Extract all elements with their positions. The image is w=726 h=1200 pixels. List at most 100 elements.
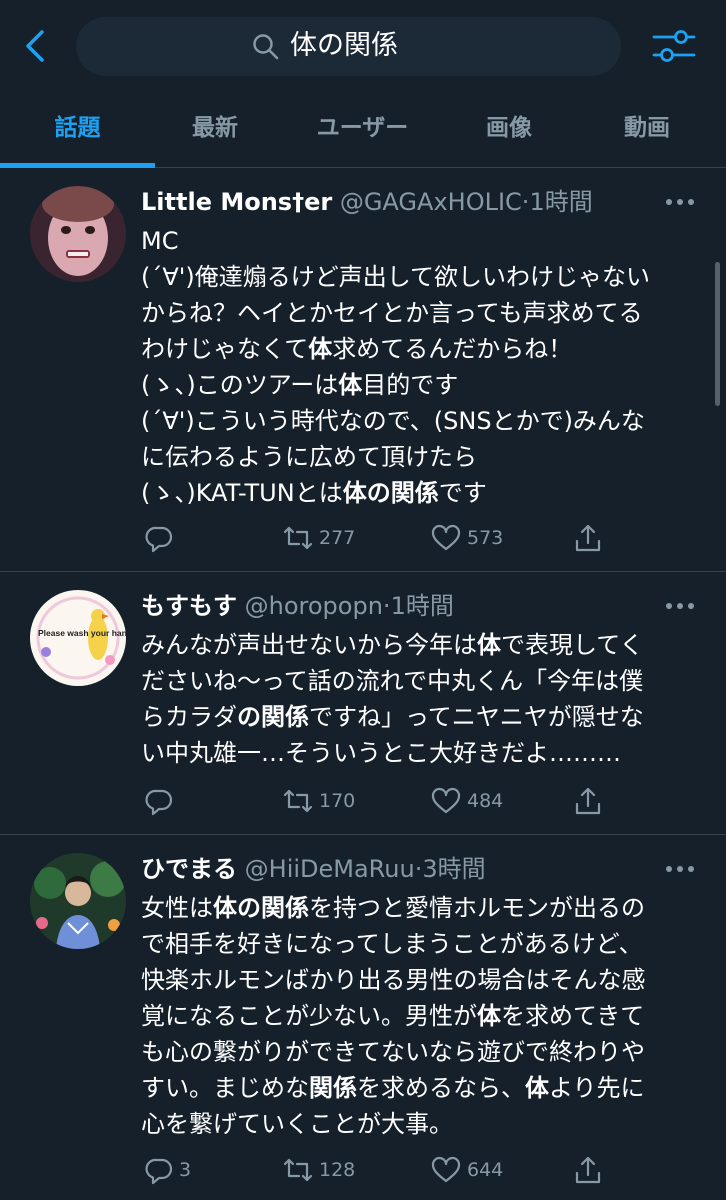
tweet-actions: 3 128 644 <box>141 1150 701 1190</box>
reply-icon <box>145 526 173 553</box>
text-segment: らカラダ <box>141 703 237 731</box>
avatar[interactable] <box>30 186 126 282</box>
text-segment: 求めてるんだからね！ <box>332 335 573 363</box>
text-segment: い中丸雄一…そういうとこ大好きだよ……… <box>141 739 621 767</box>
search-input[interactable]: 体の関係 <box>76 17 621 76</box>
search-icon <box>253 34 279 60</box>
avatar[interactable] <box>30 853 126 949</box>
retweet-icon <box>283 789 313 813</box>
text-segment: みんなが声出せないから今年は <box>141 631 477 659</box>
reply-button[interactable] <box>141 518 179 558</box>
tab-videos[interactable]: 動画 <box>568 94 726 168</box>
text-segment: (ゝ、)このツアーは <box>141 371 339 399</box>
share-button[interactable] <box>571 518 609 558</box>
text-segment: 覚になることが少ない。男性が <box>141 1002 477 1030</box>
separator-dot: · <box>382 592 391 620</box>
reply-button[interactable] <box>141 781 179 821</box>
tab-photos[interactable]: 画像 <box>450 94 568 168</box>
text-segment: で相手を好きになってしまうことがあるけど、 <box>141 930 643 958</box>
tweet-text: 女性は体の関係を持つと愛情ホルモンが出るの で相手を好きになってしまうことがあるけ… <box>141 890 701 1142</box>
dot-icon <box>677 199 683 205</box>
dot-icon <box>677 866 683 872</box>
tweet-text-line: に伝わるように広めて頂けたら <box>141 439 701 475</box>
text-segment: 快楽ホルモンばかり出る男性の場合はそんな感 <box>141 966 646 994</box>
dot-icon <box>666 866 672 872</box>
share-icon <box>575 1156 601 1184</box>
scrollbar[interactable] <box>715 262 720 406</box>
like-count: 484 <box>467 790 504 812</box>
reply-count: 3 <box>179 1159 192 1181</box>
tweet-text-line: (ゝ、)このツアーは体目的です <box>141 367 701 403</box>
like-count: 644 <box>467 1159 504 1181</box>
search-settings-button[interactable] <box>650 24 698 68</box>
tweet-text-line: わけじゃなくて体求めてるんだからね！ <box>141 331 701 367</box>
retweet-button[interactable]: 170 <box>281 781 355 821</box>
chevron-left-icon <box>26 30 44 62</box>
retweet-button[interactable]: 277 <box>281 518 355 558</box>
tweet-text-line: 快楽ホルモンばかり出る男性の場合はそんな感 <box>141 962 701 998</box>
reply-icon <box>145 789 173 816</box>
tweet-text-line: らカラダの関係ですね」ってニヤニヤが隠せな <box>141 699 701 735</box>
tweet-text-line: で相手を好きになってしまうことがあるけど、 <box>141 926 701 962</box>
tweet-text-line: みんなが声出せないから今年は体で表現してく <box>141 627 701 663</box>
dot-icon <box>666 199 672 205</box>
tab-people[interactable]: ユーザー <box>275 94 450 168</box>
highlighted-term: 体 <box>308 335 333 363</box>
tweet[interactable]: Please wash your hands もすもす @horopopn·1時… <box>0 573 726 835</box>
text-segment: すい。まじめな <box>141 1074 309 1102</box>
back-button[interactable] <box>18 24 58 68</box>
more-options-button[interactable] <box>666 603 694 613</box>
tweet-header: Little Mons†er @GAGAxHOLIC·1時間 <box>141 185 593 219</box>
retweet-count: 277 <box>319 527 356 549</box>
retweet-icon <box>283 1158 313 1182</box>
text-segment: を持つと愛情ホルモンが出るの <box>309 894 645 922</box>
dot-icon <box>688 603 694 609</box>
display-name[interactable]: もすもす <box>141 592 237 620</box>
tab-top[interactable]: 話題 <box>0 94 155 168</box>
user-handle[interactable]: @HiiDeMaRuu <box>245 855 415 883</box>
highlighted-term: 体の関係 <box>342 479 439 507</box>
share-icon <box>575 787 601 815</box>
text-segment: わけじゃなくて <box>141 335 309 363</box>
user-handle[interactable]: @horopopn <box>245 592 383 620</box>
user-handle[interactable]: @GAGAxHOLIC <box>340 188 522 216</box>
text-segment: 心を繋げていくことが大事。 <box>141 1110 453 1138</box>
text-segment: で表現してく <box>501 631 644 659</box>
retweet-button[interactable]: 128 <box>281 1150 355 1190</box>
top-bar: 体の関係 <box>0 0 726 94</box>
tweet[interactable]: ひでまる @HiiDeMaRuu·3時間 女性は体の関係を持つと愛情ホルモンが出… <box>0 836 726 1200</box>
reply-button[interactable]: 3 <box>141 1150 191 1190</box>
text-segment: 女性は <box>141 894 213 922</box>
like-button[interactable]: 573 <box>429 518 503 558</box>
tweet-header: ひでまる @HiiDeMaRuu·3時間 <box>141 852 486 886</box>
tweet[interactable]: Little Mons†er @GAGAxHOLIC·1時間 MC (´∀')俺達… <box>0 169 726 572</box>
highlighted-term: 体 <box>525 1074 549 1102</box>
timestamp: 1時間 <box>529 188 593 216</box>
like-button[interactable]: 484 <box>429 781 503 821</box>
text-segment: より先に <box>549 1074 645 1102</box>
like-button[interactable]: 644 <box>429 1150 503 1190</box>
retweet-count: 128 <box>319 1159 356 1181</box>
avatar[interactable]: Please wash your hands <box>30 590 126 686</box>
tweet-text-line: MC <box>141 223 701 259</box>
sliders-icon <box>652 30 696 62</box>
tweet-text-line: い中丸雄一…そういうとこ大好きだよ……… <box>141 735 701 771</box>
highlighted-term: の関係 <box>237 703 309 731</box>
display-name[interactable]: Little Mons†er <box>141 188 332 216</box>
tweet-text-line: ださいね〜って話の流れで中丸くん「今年は僕 <box>141 663 701 699</box>
share-button[interactable] <box>571 1150 609 1190</box>
like-count: 573 <box>467 527 504 549</box>
more-options-button[interactable] <box>666 199 694 209</box>
text-segment: ですね」ってニヤニヤが隠せな <box>309 703 644 731</box>
heart-icon <box>431 787 461 814</box>
tweet-header: もすもす @horopopn·1時間 <box>141 589 454 623</box>
display-name[interactable]: ひでまる <box>141 855 237 883</box>
retweet-count: 170 <box>319 790 356 812</box>
tab-latest[interactable]: 最新 <box>155 94 275 168</box>
more-options-button[interactable] <box>666 866 694 876</box>
share-button[interactable] <box>571 781 609 821</box>
text-segment: を求めるなら、 <box>357 1074 525 1102</box>
dot-icon <box>688 199 694 205</box>
text-segment: (ゝ、)KAT-TUNとは <box>141 479 343 507</box>
heart-icon <box>431 1156 461 1183</box>
